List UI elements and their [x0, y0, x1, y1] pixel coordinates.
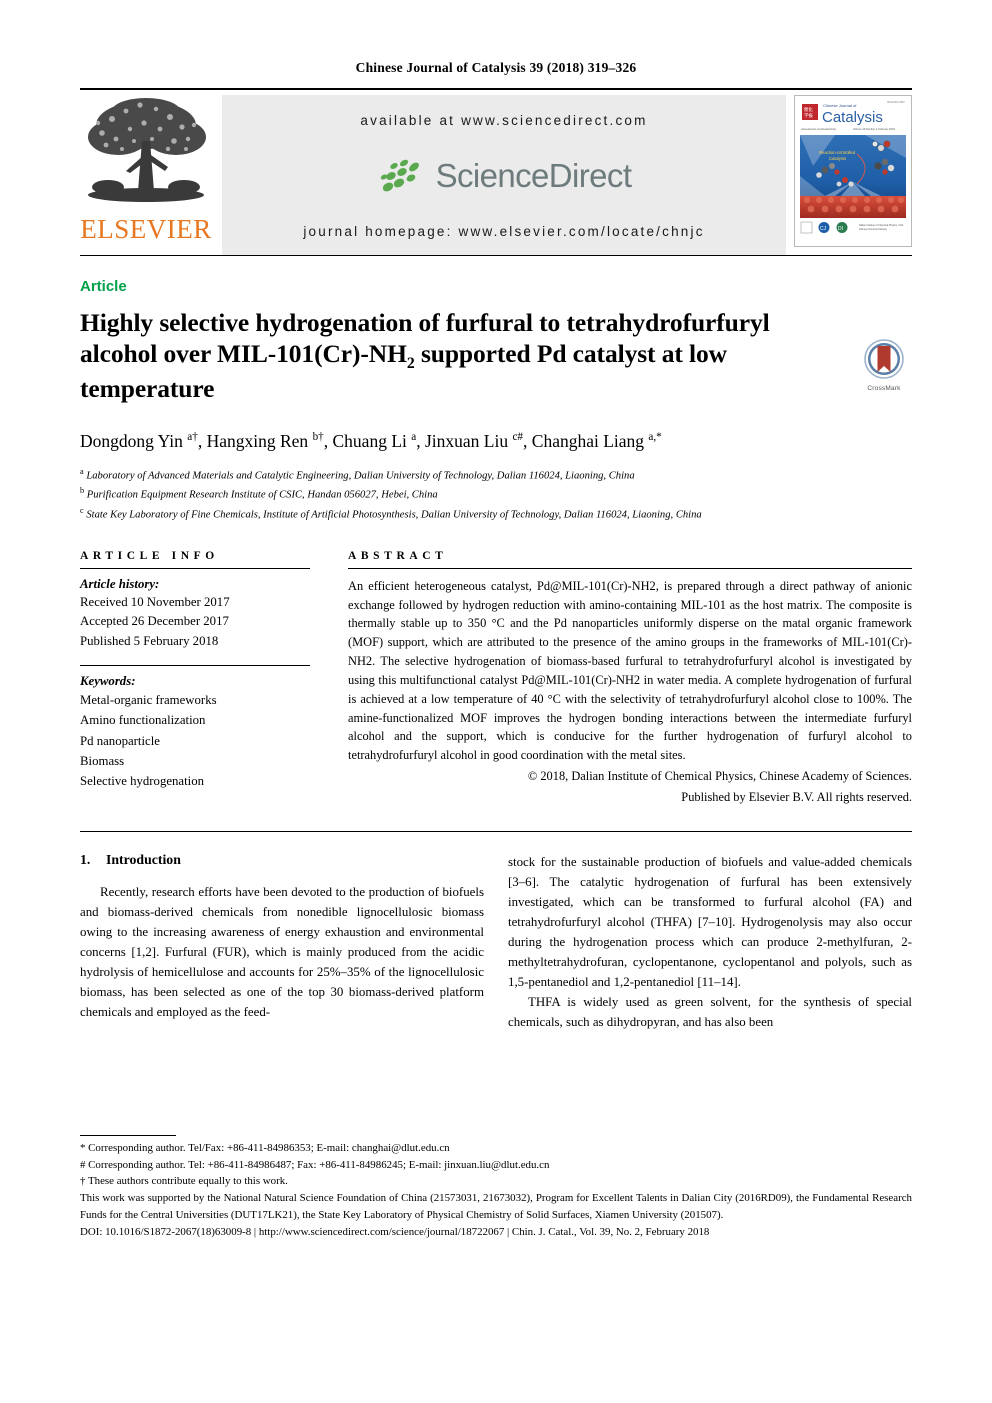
title-line-2a: alcohol over MIL-101(Cr)-NH	[80, 339, 407, 369]
accepted-date: Accepted 26 December 2017	[80, 614, 229, 629]
abstract-rule	[348, 567, 912, 569]
body-columns: 1. Introduction Recently, research effort…	[80, 852, 912, 1032]
intro-paragraph-left: Recently, research efforts have been dev…	[80, 884, 484, 1019]
article-page: Chinese Journal of Catalysis 39 (2018) 3…	[0, 0, 992, 1403]
sciencedirect-band: available at www.sciencedirect.com Scien…	[222, 95, 786, 255]
affiliation-marker: b	[80, 486, 85, 496]
svg-text:学报: 学报	[804, 112, 813, 119]
article-info-rule	[80, 567, 310, 569]
svg-text:DI: DI	[838, 226, 843, 232]
svg-text:Reaction-controlled: Reaction-controlled	[819, 150, 856, 155]
keyword-item: Metal-organic frameworks	[80, 693, 217, 708]
footnote-equal-contribution: † These authors contribute equally to th…	[80, 1175, 288, 1188]
sciencedirect-leaves-icon	[380, 159, 419, 192]
article-info-column: ARTICLE INFO Article history: Received 1…	[80, 550, 348, 807]
journal-cover-image: 催化 学报 Chinese Journal of Catalysis www.e…	[795, 96, 911, 246]
abstract-copyright-line-2: Published by Elsevier B.V. All rights re…	[681, 789, 912, 804]
keywords-rule	[80, 665, 310, 667]
sciencedirect-logo[interactable]: ScienceDirect	[377, 155, 632, 197]
keyword-item: Biomass	[80, 753, 125, 768]
author-marker: a	[411, 430, 417, 443]
title-block: Highly selective hydrogenation of furfur…	[80, 307, 912, 405]
author-marker: a,*	[648, 430, 662, 443]
abstract-heading: ABSTRACT	[348, 549, 448, 562]
abstract-column: ABSTRACT An efficient heterogeneous cata…	[348, 550, 912, 807]
journal-homepage-text[interactable]: journal homepage: www.elsevier.com/locat…	[303, 224, 704, 239]
title-line-3: temperature	[80, 374, 215, 404]
affiliation-text: State Key Laboratory of Fine Chemicals, …	[86, 509, 702, 521]
author-list: Dongdong Yin a†, Hangxing Ren b†, Chuang…	[80, 430, 662, 451]
footnote-doi-line[interactable]: DOI: 10.1016/S1872-2067(18)63009-8 | htt…	[80, 1224, 912, 1241]
article-history-heading: Article history:	[80, 576, 160, 591]
section-heading-introduction: 1. Introduction	[80, 852, 484, 868]
body-right-column: stock for the sustainable production of …	[508, 852, 912, 1032]
keyword-item: Selective hydrogenation	[80, 774, 205, 789]
svg-text:Volume 39 Number 2 February: Volume 39 Number 2 February 2018	[853, 127, 896, 131]
info-abstract-section: ARTICLE INFO Article history: Received 1…	[80, 550, 912, 807]
author-marker: c#	[512, 430, 524, 443]
svg-text:Dalian Institute of Chemical P: Dalian Institute of Chemical Physics, CA…	[859, 224, 904, 227]
published-date: Published 5 February 2018	[80, 634, 219, 649]
footnote-rule	[80, 1134, 176, 1136]
section-number: 1.	[80, 851, 91, 867]
affiliation-c: c State Key Laboratory of Fine Chemicals…	[80, 504, 912, 524]
footnote-funding: This work was supported by the National …	[80, 1192, 912, 1222]
svg-text:Chinese Chemical Society: Chinese Chemical Society	[859, 228, 888, 231]
author-marker: a†	[187, 430, 198, 443]
title-line-1: Highly selective hydrogenation of furfur…	[80, 308, 770, 337]
crossmark-icon	[864, 339, 904, 379]
running-head: Chinese Journal of Catalysis 39 (2018) 3…	[355, 60, 637, 75]
crossmark-label: CrossMark	[867, 385, 901, 392]
masthead-bottom-rule	[80, 255, 912, 256]
affiliation-marker: a	[80, 466, 84, 476]
title-line-2b: supported Pd catalyst at low	[414, 339, 727, 369]
svg-text:催化: 催化	[804, 106, 813, 113]
keyword-item: Pd nanoparticle	[80, 733, 160, 748]
article-type-label: Article	[80, 278, 127, 295]
svg-text:Catalysis: Catalysis	[829, 156, 846, 161]
page-title: Highly selective hydrogenation of furfur…	[80, 307, 912, 405]
affiliation-text: Laboratory of Advanced Materials and Cat…	[86, 470, 635, 482]
crossmark-badge[interactable]: CrossMark	[856, 339, 912, 392]
svg-text:www.elsevier.com/locate/chnjc: www.elsevier.com/locate/chnjc	[801, 127, 837, 131]
sciencedirect-wordmark: ScienceDirect	[435, 157, 632, 194]
intro-paragraph-right-2: THFA is widely used as green solvent, fo…	[508, 994, 912, 1029]
available-at-text: available at www.sciencedirect.com	[360, 113, 648, 128]
abstract-copyright-line-1: © 2018, Dalian Institute of Chemical Phy…	[527, 769, 912, 784]
svg-text:Catalysis: Catalysis	[822, 109, 883, 126]
abstract-text: An efficient heterogeneous catalyst, Pd@…	[348, 578, 912, 763]
elsevier-tree-icon	[88, 98, 206, 202]
svg-text:ISSN 1872-2067: ISSN 1872-2067	[887, 101, 905, 104]
footnote-corresponding-2: # Corresponding author. Tel: +86-411-849…	[80, 1158, 550, 1171]
svg-text:CJ: CJ	[820, 226, 827, 232]
intro-paragraph-right-1: stock for the sustainable production of …	[508, 854, 912, 989]
affiliation-a: a Laboratory of Advanced Materials and C…	[80, 465, 912, 485]
abstract-bottom-rule	[80, 830, 912, 832]
affiliation-b: b Purification Equipment Research Instit…	[80, 484, 912, 504]
keyword-item: Amino functionalization	[80, 713, 206, 728]
footnotes-section: * Corresponding author. Tel/Fax: +86-411…	[80, 1134, 912, 1241]
journal-cover-thumbnail[interactable]: 催化 学报 Chinese Journal of Catalysis www.e…	[794, 95, 912, 247]
affiliation-text: Purification Equipment Research Institut…	[86, 489, 438, 501]
affiliation-marker: c	[80, 505, 84, 515]
journal-masthead: ELSEVIER available at www.sciencedirect.…	[80, 88, 912, 255]
body-left-column: 1. Introduction Recently, research effort…	[80, 852, 484, 1032]
author-marker: b†	[312, 430, 324, 443]
elsevier-wordmark: ELSEVIER	[80, 214, 212, 244]
svg-text:Chinese Journal of: Chinese Journal of	[823, 103, 857, 108]
article-info-heading: ARTICLE INFO	[80, 549, 219, 562]
section-title: Introduction	[106, 851, 181, 867]
title-subscript: 2	[406, 355, 415, 373]
elsevier-logo[interactable]: ELSEVIER	[80, 95, 212, 255]
keywords-heading: Keywords:	[80, 674, 136, 689]
received-date: Received 10 November 2017	[80, 594, 230, 609]
footnote-corresponding-1: * Corresponding author. Tel/Fax: +86-411…	[80, 1141, 450, 1154]
